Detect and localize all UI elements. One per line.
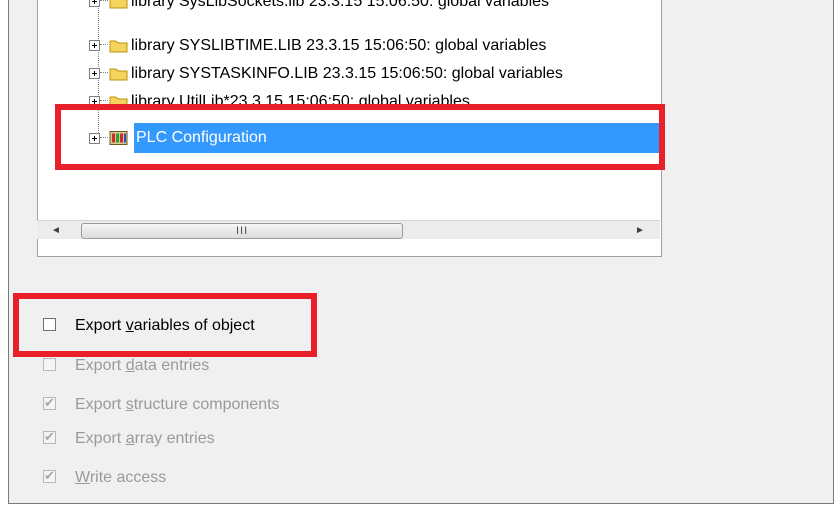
plus-expander-icon[interactable] [89,68,100,79]
checkbox-icon: ✔ [43,429,56,444]
plc-configuration-icon [109,131,128,145]
scroll-left-icon[interactable]: ◄ [47,221,65,239]
tree-item-label: library UtilLib*23.3.15 15:06:50: global… [131,93,470,110]
plus-expander-icon[interactable] [89,40,100,51]
checkmark-icon: ✔ [44,395,55,410]
option-label: Export variables of object [75,317,255,334]
checkmark-icon: ✔ [44,468,55,483]
export-dialog: library SysLibSockets.lib 23.3.15 15:06:… [8,0,834,504]
tree-item-label: PLC Configuration [136,129,267,146]
scroll-right-icon[interactable]: ► [631,221,649,239]
checkbox-icon[interactable] [43,318,56,331]
folder-icon [109,68,128,81]
folder-icon [109,96,128,109]
checkbox-icon [43,358,56,371]
option-label: Write access [75,469,167,486]
tree-item-label: library SysLibSockets.lib 23.3.15 15:06:… [131,0,550,10]
object-tree[interactable]: library SysLibSockets.lib 23.3.15 15:06:… [37,0,662,257]
selected-tree-item[interactable]: PLC Configuration [134,123,661,153]
folder-icon [109,40,128,53]
horizontal-scrollbar[interactable]: ◄ III ► [37,220,660,239]
plus-expander-icon[interactable] [89,133,100,144]
tree-item-label: library SYSTASKINFO.LIB 23.3.15 15:06:50… [131,65,563,82]
tree-item-label: library SYSLIBTIME.LIB 23.3.15 15:06:50:… [131,37,547,54]
folder-icon [109,0,128,9]
checkmark-icon: ✔ [44,429,55,444]
grip-icon: III [236,225,249,237]
checkbox-icon: ✔ [43,468,56,483]
option-label: Export structure components [75,396,280,413]
option-label: Export array entries [75,430,215,447]
scrollbar-thumb[interactable]: III [81,223,403,239]
plus-expander-icon[interactable] [89,0,100,7]
plus-expander-icon[interactable] [89,96,100,107]
option-label: Export data entries [75,357,210,374]
checkbox-icon: ✔ [43,395,56,410]
